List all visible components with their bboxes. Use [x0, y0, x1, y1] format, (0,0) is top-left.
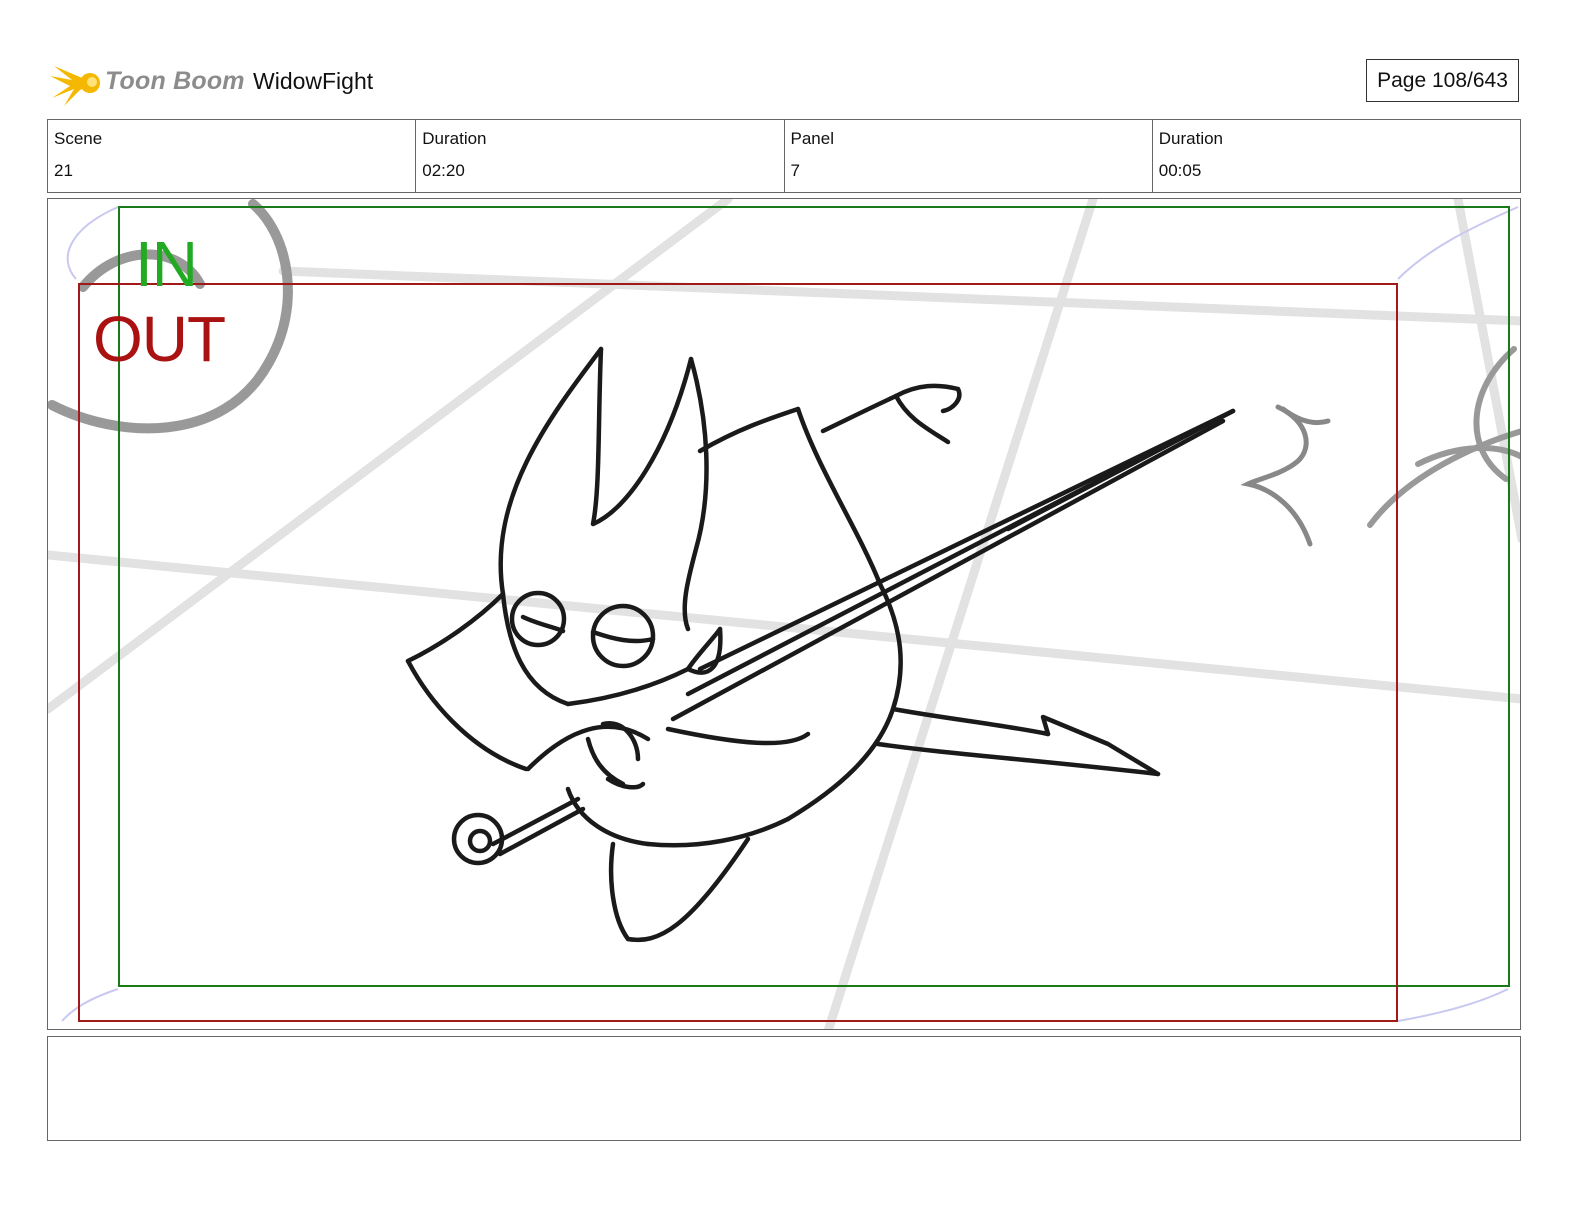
action-marks [1240, 404, 1331, 547]
project-title: WidowFight [253, 68, 374, 94]
in-label: IN [135, 228, 198, 300]
in-frame-guide [118, 206, 1510, 987]
scene-cell: Scene 21 [48, 120, 417, 192]
scene-value: 21 [54, 161, 73, 180]
brand-name: Toon Boom [105, 67, 245, 95]
scene-label: Scene [54, 129, 103, 148]
panel-duration-label: Duration [1158, 129, 1224, 148]
right-edge-sketch [1367, 346, 1520, 528]
panel-duration-cell: Duration 00:05 [1153, 120, 1520, 192]
background-guide-lines [48, 199, 1520, 1029]
panel-value: 7 [790, 161, 800, 180]
scene-duration-label: Duration [422, 129, 487, 148]
panel-cell: Panel 7 [785, 120, 1153, 192]
storyboard-panel: IN OUT [47, 198, 1521, 1030]
panel-label: Panel [790, 129, 834, 148]
info-table: Scene 21 Duration 02:20 Panel 7 Duration… [47, 119, 1521, 193]
out-label: OUT [93, 303, 226, 375]
panel-duration-value: 00:05 [1158, 161, 1202, 180]
character-drawing [405, 346, 1236, 943]
scene-duration-value: 02:20 [422, 161, 465, 180]
starburst-icon [50, 66, 100, 106]
page-indicator: Page 108/643 [1366, 59, 1519, 102]
panel-drawing [48, 199, 1520, 1029]
toon-boom-logo: Toon Boom [50, 56, 245, 110]
scene-duration-cell: Duration 02:20 [416, 120, 785, 192]
panel-notes [47, 1036, 1521, 1141]
